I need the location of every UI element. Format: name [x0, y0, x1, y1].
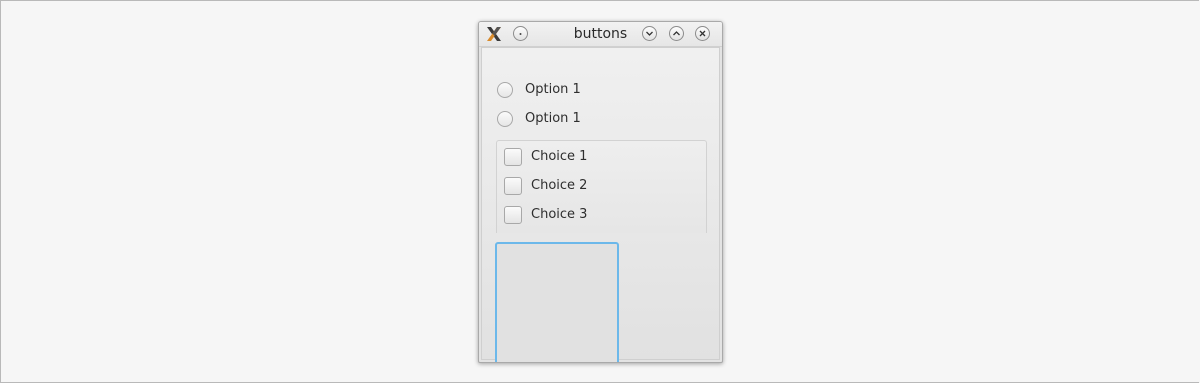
focused-frame[interactable]: [495, 242, 619, 362]
radio-label: Option 1: [525, 82, 581, 97]
window-title: buttons: [573, 26, 628, 42]
checkbox-label: Choice 2: [531, 178, 588, 193]
close-icon[interactable]: [695, 26, 710, 41]
title-bar[interactable]: buttons: [479, 22, 722, 47]
client-area: Option 1 Option 1 Choice 1 Choice 2 Choi…: [481, 47, 720, 362]
checkbox[interactable]: [504, 206, 522, 224]
checkbox-label: Choice 1: [531, 149, 588, 164]
choices-group: Choice 1 Choice 2 Choice 3: [496, 140, 707, 233]
radio-button[interactable]: [497, 111, 513, 127]
radio-button[interactable]: [497, 82, 513, 98]
checkbox-label: Choice 3: [531, 207, 588, 222]
radio-label: Option 1: [525, 111, 581, 126]
app-window: buttons Option 1 Option 1 Choice 1 Choic…: [478, 21, 723, 363]
checkbox[interactable]: [504, 177, 522, 195]
minimize-icon[interactable]: [642, 26, 657, 41]
maximize-icon[interactable]: [669, 26, 684, 41]
checkbox[interactable]: [504, 148, 522, 166]
